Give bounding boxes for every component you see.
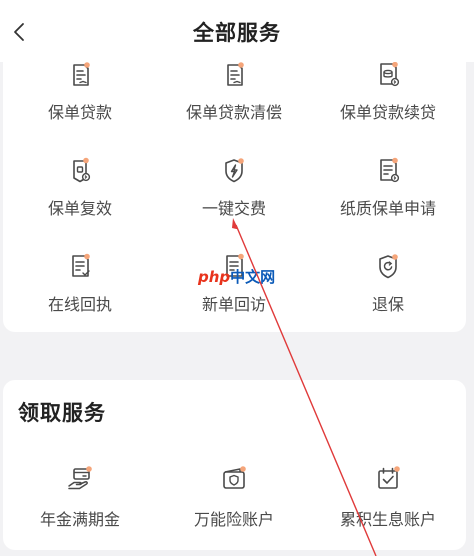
service-card-claim: 领取服务 年金满期金 万能险账户 累积生息账户 [3, 380, 466, 550]
document-lines-icon [219, 60, 249, 90]
shield-refresh-icon [65, 156, 95, 186]
watermark-logo-mark: php [198, 268, 231, 286]
service-item-universal-account[interactable]: 万能险账户 [157, 464, 311, 534]
service-item-label: 保单复效 [47, 199, 112, 218]
service-item-label: 一键交费 [201, 199, 266, 218]
service-item-label: 年金满期金 [39, 510, 120, 529]
watermark-logo: php中文网 [198, 266, 275, 287]
service-item-annuity-maturity[interactable]: 年金满期金 [3, 464, 157, 534]
service-item-accumulated-interest[interactable]: 累积生息账户 [311, 464, 465, 534]
document-check-icon [65, 252, 95, 282]
service-item-label: 万能险账户 [193, 510, 274, 529]
service-item-loan-renewal[interactable]: 保单贷款续贷 [311, 60, 465, 156]
service-item-label: 累积生息账户 [339, 510, 436, 529]
page-title: 全部服务 [193, 21, 281, 45]
shield-return-icon [373, 252, 403, 282]
service-item-one-click-payment[interactable]: 一键交费 [157, 156, 311, 252]
shield-lightning-icon [219, 156, 249, 186]
service-item-label: 纸质保单申请 [339, 199, 436, 218]
document-refresh-icon [373, 156, 403, 186]
service-item-label: 保单贷款清偿 [185, 103, 282, 122]
service-item-policy-reinstatement[interactable]: 保单复效 [3, 156, 157, 252]
watermark-text: 中文网 [230, 268, 276, 286]
service-item-policy-loan[interactable]: 保单贷款 [3, 60, 157, 156]
service-item-label: 在线回执 [47, 295, 112, 314]
service-grid: 年金满期金 万能险账户 累积生息账户 [3, 464, 466, 534]
service-item-label: 保单贷款续贷 [339, 103, 436, 122]
document-coins-refresh-icon [373, 60, 403, 90]
service-item-online-receipt[interactable]: 在线回执 [3, 252, 157, 348]
section-title: 领取服务 [18, 401, 106, 425]
document-lines-icon [65, 60, 95, 90]
service-item-loan-repayment[interactable]: 保单贷款清偿 [157, 60, 311, 156]
hand-card-icon [65, 464, 95, 494]
wallet-shield-icon [219, 464, 249, 494]
service-card-all: 保单贷款 保单贷款清偿 保单贷款续贷 保单复效 一键交费 纸质保单申请 在线回执 [3, 40, 466, 332]
service-item-label: 保单贷款 [47, 103, 112, 122]
service-grid: 保单贷款 保单贷款清偿 保单贷款续贷 保单复效 一键交费 纸质保单申请 在线回执 [3, 60, 466, 348]
top-bar: 全部服务 [0, 0, 474, 62]
service-item-label: 退保 [371, 295, 404, 314]
service-item-surrender[interactable]: 退保 [311, 252, 465, 348]
calendar-check-icon [373, 464, 403, 494]
service-item-label: 新单回访 [201, 295, 266, 314]
service-item-paper-policy[interactable]: 纸质保单申请 [311, 156, 465, 252]
